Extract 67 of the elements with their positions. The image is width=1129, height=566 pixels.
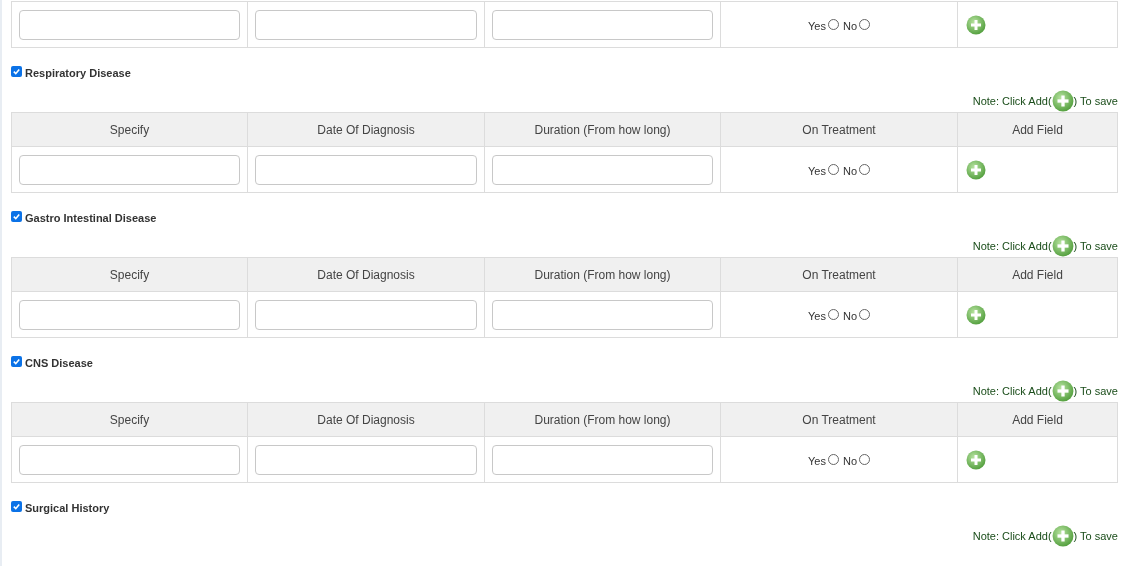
- column-header: Add Field: [1011, 266, 1064, 284]
- text-field[interactable]: [255, 154, 477, 185]
- section-title: Gastro Intestinal Disease: [25, 211, 157, 227]
- add-button[interactable]: [966, 449, 986, 470]
- radio-button[interactable]: [859, 19, 870, 30]
- note-text: Note: Click Add(: [972, 528, 1052, 544]
- option-label: Yes: [808, 453, 826, 469]
- radio-button[interactable]: [859, 164, 870, 175]
- text-field[interactable]: [255, 444, 477, 475]
- radio-button[interactable]: [827, 19, 839, 30]
- option-label: No: [842, 308, 857, 324]
- note-text: ) To save: [1073, 238, 1118, 254]
- text-field[interactable]: [19, 9, 240, 40]
- text-field[interactable]: [19, 154, 240, 185]
- column-header: Specify: [12, 113, 248, 146]
- note-text: ) To save: [1073, 383, 1118, 399]
- text-field[interactable]: [492, 299, 713, 330]
- note-text: Note: Click Add(: [972, 238, 1052, 254]
- column-header: Specify: [12, 403, 248, 436]
- section-checkbox[interactable]: [11, 210, 22, 222]
- column-header: Duration (From how long): [485, 258, 721, 291]
- radio-button[interactable]: [827, 164, 839, 175]
- radio-button[interactable]: [859, 454, 870, 465]
- add-icon: [1051, 90, 1074, 112]
- note-text: Note: Click Add(: [972, 93, 1052, 109]
- note-text: ) To save: [1073, 93, 1118, 109]
- section-title: CNS Disease: [25, 356, 93, 372]
- column-header: Date Of Diagnosis: [248, 403, 485, 436]
- text-field[interactable]: [255, 9, 477, 40]
- section-title: Surgical History: [25, 501, 110, 517]
- column-header: Date Of Diagnosis: [248, 113, 485, 146]
- option-label: No: [842, 453, 857, 469]
- option-label: No: [842, 18, 857, 34]
- add-icon: [1051, 380, 1074, 402]
- option-label: No: [842, 163, 857, 179]
- text-field[interactable]: [492, 154, 713, 185]
- add-icon: [1051, 235, 1074, 257]
- column-header: Add Field: [1011, 411, 1064, 429]
- option-label: Yes: [808, 18, 826, 34]
- option-label: Yes: [808, 163, 826, 179]
- column-header: On Treatment: [721, 113, 958, 146]
- add-button[interactable]: [966, 159, 986, 180]
- add-button[interactable]: [966, 304, 986, 325]
- add-button[interactable]: [966, 14, 986, 35]
- radio-button[interactable]: [859, 309, 870, 320]
- column-header: Duration (From how long): [485, 113, 721, 146]
- column-header: Date Of Diagnosis: [248, 258, 485, 291]
- note-text: Note: Click Add(: [972, 383, 1052, 399]
- section-checkbox[interactable]: [11, 65, 22, 77]
- section-checkbox[interactable]: [11, 500, 22, 512]
- radio-button[interactable]: [827, 309, 839, 320]
- column-header: On Treatment: [721, 403, 958, 436]
- option-label: Yes: [808, 308, 826, 324]
- column-header: On Treatment: [721, 258, 958, 291]
- text-field[interactable]: [19, 299, 240, 330]
- add-icon: [1051, 525, 1074, 547]
- text-field[interactable]: [255, 299, 477, 330]
- column-header: Add Field: [1011, 121, 1064, 139]
- text-field[interactable]: [19, 444, 240, 475]
- section-checkbox[interactable]: [11, 355, 22, 367]
- text-field[interactable]: [492, 9, 713, 40]
- note-text: ) To save: [1073, 528, 1118, 544]
- section-title: Respiratory Disease: [25, 66, 131, 82]
- text-field[interactable]: [492, 444, 713, 475]
- radio-button[interactable]: [827, 454, 839, 465]
- column-header: Duration (From how long): [485, 403, 721, 436]
- column-header: Specify: [12, 258, 248, 291]
